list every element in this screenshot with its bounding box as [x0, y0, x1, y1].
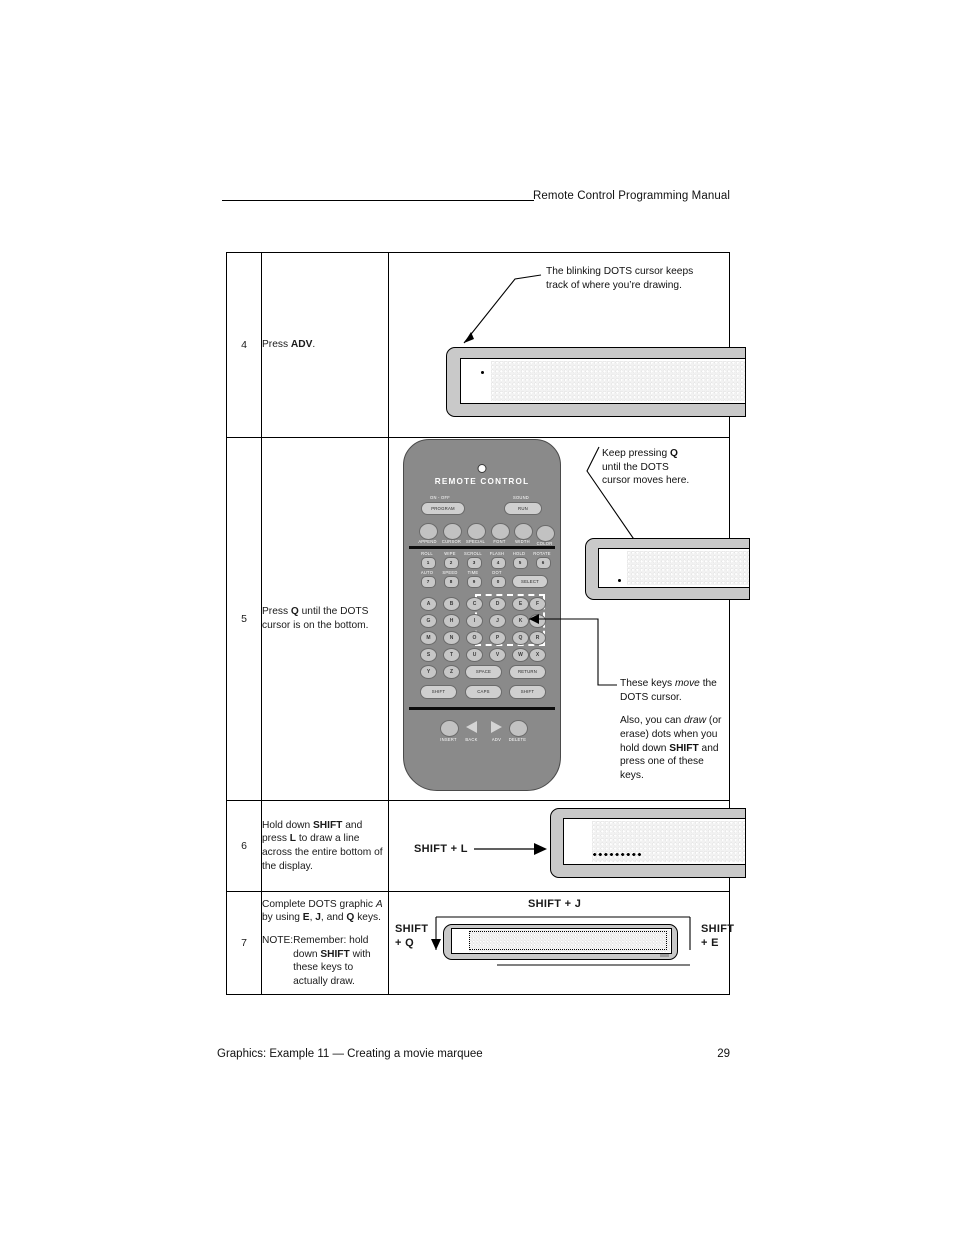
step7-l2-pre: by using	[262, 912, 303, 924]
keys-callout-p2-em: draw	[684, 715, 707, 727]
table-row: 4 Press ADV. The blinking DOTS cursor ke…	[226, 252, 746, 438]
step-instruction-cell: Hold down SHIFT and press L to draw a li…	[261, 800, 389, 892]
step-number-cell: 5	[226, 437, 262, 801]
header-title: Remote Control Programming Manual	[533, 190, 730, 202]
step5-text-bold: Q	[290, 606, 299, 618]
panel-screen	[451, 928, 672, 954]
step-instruction-cell: Press ADV.	[261, 252, 389, 438]
step-instruction-cell: Complete DOTS graphic A by using E, J, a…	[261, 891, 389, 995]
led-display-panel	[550, 808, 746, 878]
step-number: 6	[241, 840, 247, 852]
step-instruction-cell: Press Q until the DOTS cursor is on the …	[261, 437, 389, 801]
table-row: 7 Complete DOTS graphic A by using E, J,…	[226, 891, 734, 995]
step7-key-e: E	[302, 912, 310, 924]
table-row: 5 Press Q until the DOTS cursor is on th…	[226, 437, 750, 801]
panel-screen	[563, 818, 746, 865]
keys-callout-p2-bold: SHIFT	[669, 742, 699, 754]
step7-l1-pre: Complete DOTS graphic	[262, 898, 376, 910]
step7-note: NOTE: Remember: hold down SHIFT with the…	[262, 934, 388, 988]
step7-l2-post: keys.	[354, 912, 381, 924]
header-rule	[222, 200, 534, 201]
step7-l1-em: A	[375, 898, 383, 910]
manual-page: Remote Control Programming Manual 4 Pres…	[0, 0, 954, 1235]
step7-note-bold: SHIFT	[320, 948, 350, 960]
panel-screen	[460, 358, 746, 404]
page-header: Remote Control Programming Manual	[222, 190, 730, 212]
keys-callout-p2: Also, you can draw (or erase) dots when …	[620, 714, 730, 782]
step-number-cell: 6	[226, 800, 262, 892]
led-display-panel	[446, 347, 746, 417]
step5-callout-keys: These keys move the DOTS cursor. Also, y…	[620, 677, 730, 783]
step5-text-pre: Press	[262, 606, 291, 618]
dot-matrix-field	[491, 361, 745, 401]
panel-screen	[598, 548, 750, 588]
led-display-panel	[585, 538, 750, 600]
keys-callout-em: move	[674, 678, 700, 689]
step7-figure-cell: SHIFT + J SHIFT + Q SHIFT + E	[388, 891, 734, 995]
step4-text-post: .	[312, 339, 316, 351]
step-number: 5	[241, 613, 247, 625]
step4-text-bold: ADV	[290, 339, 313, 351]
step7-sep2: , and	[320, 912, 347, 924]
dot-matrix-field	[627, 551, 749, 585]
dots-cursor	[481, 371, 484, 374]
keys-callout-p2-pre: Also, you can	[620, 715, 684, 727]
footer-page-number: 29	[717, 1048, 730, 1060]
step4-text-pre: Press	[262, 339, 291, 351]
dots-graphic-outline	[469, 931, 667, 950]
step5-figure-cell: REMOTE CONTROL ON - OFF SOUND PROGRAM RU…	[388, 437, 750, 801]
keys-callout-post: the	[699, 678, 717, 689]
step4-figure-cell: The blinking DOTS cursor keeps track of …	[388, 252, 746, 438]
keys-callout-line2: DOTS cursor.	[620, 691, 682, 703]
step7-note-body: Remember: hold down SHIFT with these key…	[293, 934, 388, 988]
step6-bold-shift: SHIFT	[312, 819, 343, 831]
step6-pre: Hold down	[262, 819, 313, 831]
panel-indicator	[660, 954, 669, 957]
keys-callout-pre: These keys	[620, 678, 675, 689]
step-number-cell: 7	[226, 891, 262, 995]
page-footer: Graphics: Example 11 — Creating a movie …	[217, 1048, 730, 1066]
step7-line1: Complete DOTS graphic A	[262, 898, 388, 912]
lit-dot-line	[593, 853, 643, 857]
table-row: 6 Hold down SHIFT and press L to draw a …	[226, 800, 746, 892]
step-number-cell: 4	[226, 252, 262, 438]
step6-figure-cell: SHIFT + L	[388, 800, 746, 892]
step-number: 7	[241, 937, 247, 949]
footer-caption: Graphics: Example 11 — Creating a movie …	[217, 1048, 483, 1060]
step-number: 4	[241, 339, 247, 351]
procedure-table: 4 Press ADV. The blinking DOTS cursor ke…	[226, 252, 750, 995]
led-display-panel-complete	[443, 924, 678, 960]
step7-line2: by using E, J, and Q keys.	[262, 911, 388, 925]
step7-note-label: NOTE:	[262, 934, 294, 946]
dots-cursor	[618, 579, 621, 582]
